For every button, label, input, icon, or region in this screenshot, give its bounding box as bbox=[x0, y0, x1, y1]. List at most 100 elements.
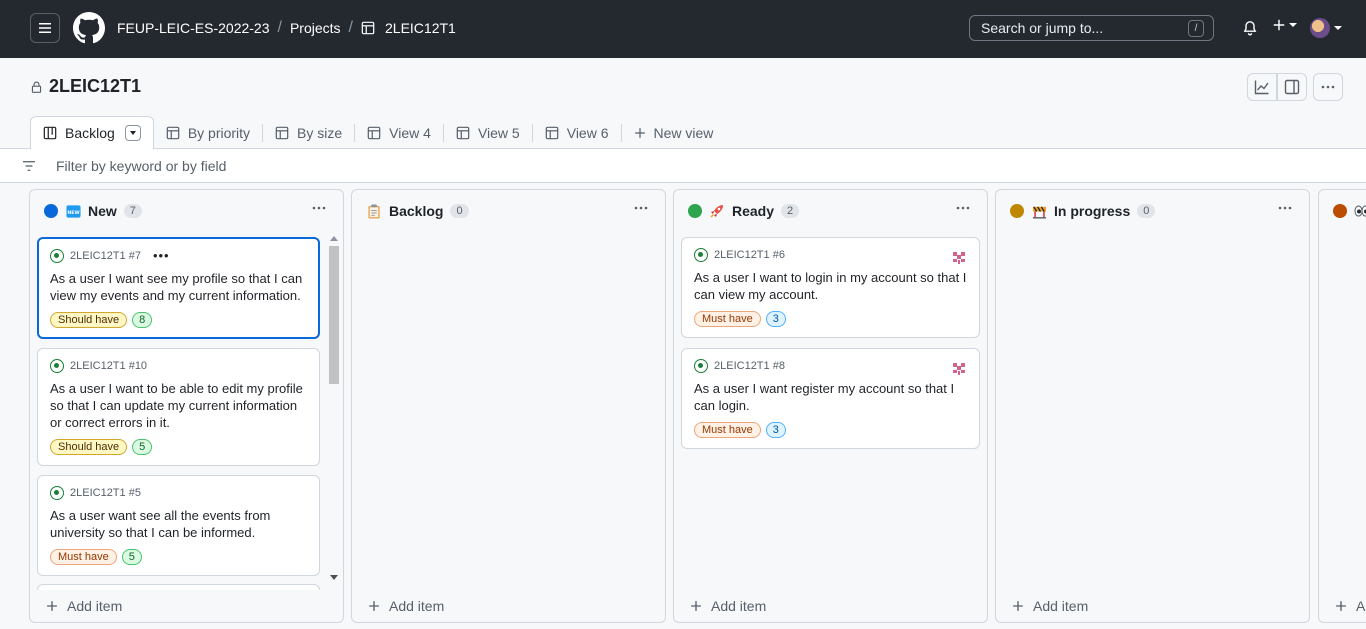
tab-view-6[interactable]: View 6 bbox=[533, 116, 621, 149]
rocket-icon bbox=[709, 203, 725, 219]
card-ref[interactable]: 2LEIC12T1 #5 bbox=[70, 487, 141, 499]
column-more-button[interactable] bbox=[311, 200, 327, 221]
tab-by-priority[interactable]: By priority bbox=[154, 116, 262, 149]
priority-label: Should have bbox=[50, 439, 128, 455]
issue-opened-icon bbox=[694, 359, 708, 373]
project-more-button[interactable] bbox=[1313, 73, 1343, 101]
clipboard-icon bbox=[366, 203, 382, 219]
notifications-bell-icon[interactable] bbox=[1242, 20, 1258, 36]
add-item-button[interactable]: Ad bbox=[1335, 598, 1366, 614]
filter-input[interactable]: Filter by keyword or by field bbox=[56, 158, 226, 174]
kebab-horizontal-icon bbox=[956, 206, 970, 210]
graph-icon bbox=[1254, 80, 1269, 95]
issue-card-partial bbox=[37, 584, 320, 590]
project-title-text: 2LEIC12T1 bbox=[49, 76, 142, 96]
search-placeholder: Search or jump to... bbox=[981, 20, 1104, 36]
column-title: In progress bbox=[1054, 203, 1131, 219]
tab-backlog[interactable]: Backlog bbox=[30, 116, 154, 150]
assignee-avatar-icon[interactable] bbox=[951, 249, 967, 265]
breadcrumb-separator: / bbox=[348, 19, 353, 36]
card-ref[interactable]: 2LEIC12T1 #7 bbox=[70, 250, 141, 262]
search-input[interactable]: Search or jump to... / bbox=[969, 15, 1214, 41]
column-more-button[interactable] bbox=[955, 200, 971, 221]
issue-opened-icon bbox=[694, 248, 708, 262]
new-view-button[interactable]: New view bbox=[622, 116, 726, 149]
user-menu[interactable] bbox=[1310, 18, 1342, 38]
card-title[interactable]: As a user I want see my profile so that … bbox=[50, 270, 307, 304]
issue-card[interactable]: 2LEIC12T1 #10 As a user I want to be abl… bbox=[37, 348, 320, 466]
svg-text:NEW: NEW bbox=[67, 209, 79, 215]
add-item-button[interactable]: Add item bbox=[690, 598, 766, 614]
filter-bar: Filter by keyword or by field bbox=[0, 150, 1366, 183]
plus-icon bbox=[1336, 601, 1346, 611]
priority-label: Must have bbox=[694, 311, 761, 327]
scroll-up-arrow-icon[interactable] bbox=[330, 236, 338, 241]
scroll-down-arrow-icon[interactable] bbox=[330, 575, 338, 580]
priority-label: Must have bbox=[694, 422, 761, 438]
add-item-button[interactable]: Add item bbox=[1012, 598, 1088, 614]
tab-by-size[interactable]: By size bbox=[263, 116, 354, 149]
breadcrumb-project[interactable]: 2LEIC12T1 bbox=[385, 20, 456, 36]
column-backlog: Backlog 0 Add item bbox=[351, 189, 666, 623]
tab-label: By size bbox=[297, 124, 343, 141]
card-meta: 2LEIC12T1 #5 bbox=[50, 486, 307, 500]
tab-label: New view bbox=[653, 124, 714, 141]
column-scrollbar[interactable] bbox=[327, 236, 339, 580]
issue-card[interactable]: 2LEIC12T1 #7 ••• As a user I want see my… bbox=[37, 237, 320, 339]
create-new-menu[interactable] bbox=[1272, 18, 1297, 32]
column-more-button[interactable] bbox=[633, 200, 649, 221]
github-logo-icon[interactable] bbox=[73, 12, 105, 44]
column-ready: Ready 2 2LEIC12T1 #6 As a user I want to… bbox=[673, 189, 988, 623]
card-ref[interactable]: 2LEIC12T1 #8 bbox=[714, 360, 785, 372]
breadcrumb-projects[interactable]: Projects bbox=[290, 20, 341, 36]
card-title[interactable]: As a user I want to login in my account … bbox=[694, 269, 967, 303]
add-item-label: Add item bbox=[711, 598, 767, 614]
avatar bbox=[1310, 18, 1330, 38]
card-title[interactable]: As a user I want to be able to edit my p… bbox=[50, 380, 307, 431]
tab-options-dropdown[interactable] bbox=[124, 125, 141, 141]
scrollbar-thumb[interactable] bbox=[329, 246, 339, 384]
kebab-horizontal-icon bbox=[1278, 206, 1292, 210]
column-title: Ready bbox=[732, 203, 775, 219]
card-ref[interactable]: 2LEIC12T1 #6 bbox=[714, 249, 785, 261]
breadcrumb-org[interactable]: FEUP-LEIC-ES-2022-23 bbox=[117, 20, 270, 36]
issue-opened-icon bbox=[50, 359, 64, 373]
plus-icon bbox=[1013, 601, 1023, 611]
issue-card[interactable]: 2LEIC12T1 #5 As a user want see all the … bbox=[37, 475, 320, 576]
sidebar-icon bbox=[1284, 79, 1300, 95]
column-count: 0 bbox=[1137, 204, 1156, 218]
card-more-button[interactable]: ••• bbox=[153, 248, 170, 263]
plus-icon bbox=[47, 601, 57, 611]
chevron-down-icon bbox=[1289, 23, 1297, 27]
add-item-label: Add item bbox=[389, 598, 445, 614]
card-title[interactable]: As a user want see all the events from u… bbox=[50, 507, 307, 541]
side-panel-button[interactable] bbox=[1277, 73, 1307, 101]
tab-view-4[interactable]: View 4 bbox=[355, 116, 443, 149]
add-item-button[interactable]: Add item bbox=[46, 598, 122, 614]
status-dot bbox=[688, 204, 702, 218]
add-item-label: Add item bbox=[1033, 598, 1089, 614]
card-title[interactable]: As a user I want register my account so … bbox=[694, 380, 967, 414]
column-more-button[interactable] bbox=[1277, 200, 1293, 221]
card-labels: Should have 5 bbox=[50, 439, 307, 455]
add-item-button[interactable]: Add item bbox=[368, 598, 444, 614]
issue-opened-icon bbox=[50, 248, 64, 263]
card-ref[interactable]: 2LEIC12T1 #10 bbox=[70, 360, 147, 372]
tab-view-5[interactable]: View 5 bbox=[444, 116, 532, 149]
card-meta: 2LEIC12T1 #6 bbox=[694, 248, 967, 262]
issue-card[interactable]: 2LEIC12T1 #8 As a user I want register m… bbox=[681, 348, 980, 449]
status-dot bbox=[44, 204, 58, 218]
insights-button[interactable] bbox=[1247, 73, 1277, 101]
size-badge: 3 bbox=[765, 422, 786, 438]
chevron-down-icon bbox=[1334, 26, 1342, 30]
hamburger-icon bbox=[39, 23, 51, 33]
tab-label: View 6 bbox=[566, 124, 609, 141]
plus-icon bbox=[1273, 19, 1285, 31]
column-header bbox=[1333, 203, 1366, 219]
issue-card[interactable]: 2LEIC12T1 #6 As a user I want to login i… bbox=[681, 237, 980, 338]
top-navigation-bar: FEUP-LEIC-ES-2022-23 / Projects / 2LEIC1… bbox=[0, 0, 1366, 58]
status-dot bbox=[1333, 204, 1347, 218]
assignee-avatar-icon[interactable] bbox=[951, 360, 967, 376]
filter-icon[interactable] bbox=[22, 160, 36, 172]
menu-button[interactable] bbox=[30, 13, 60, 43]
